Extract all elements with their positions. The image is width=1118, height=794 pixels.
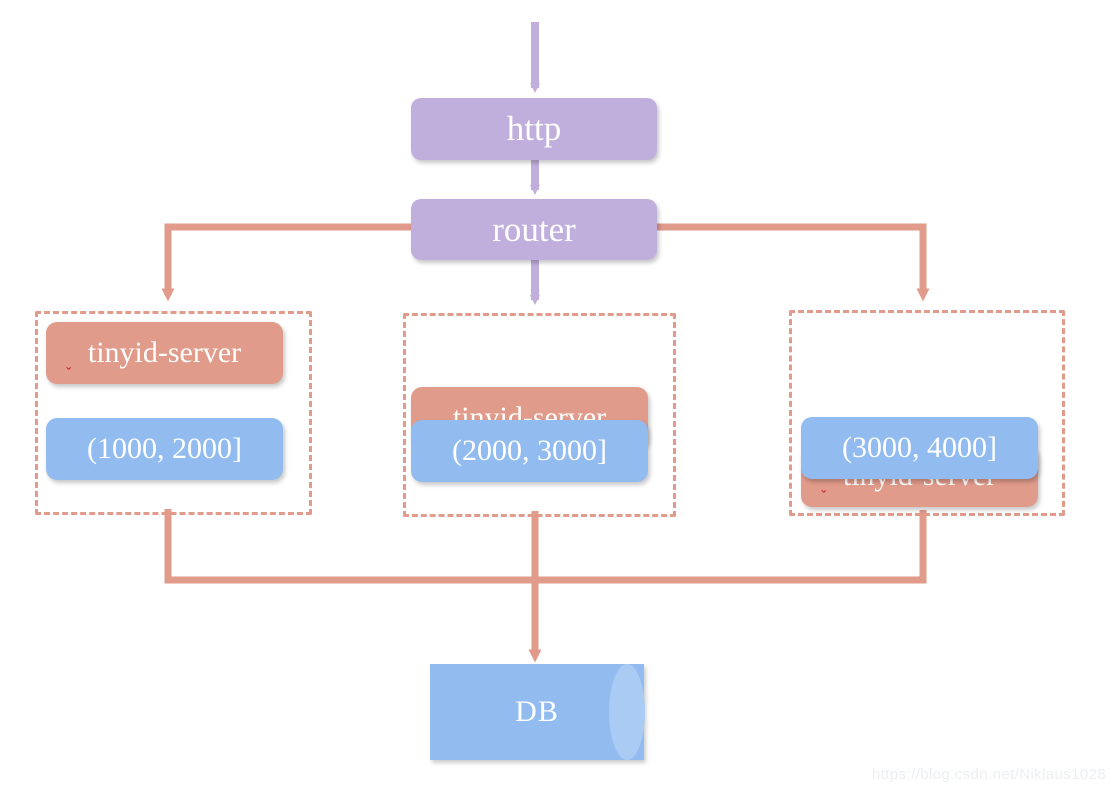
tinyid-server-label-1: tinyid-server — [87, 336, 242, 369]
node-tinyid-server-1[interactable]: tinyid-server ˇ — [46, 322, 283, 384]
node-http[interactable]: http — [411, 98, 657, 160]
node-segment-range-3[interactable]: (3000, 4000] — [801, 417, 1038, 479]
watermark: https://blog.csdn.net/Niklaus1028 — [872, 766, 1107, 783]
node-database[interactable]: DB — [430, 664, 645, 760]
arrow-router-to-group-0 — [161, 223, 411, 302]
line-group-0-to-db-bus — [164, 509, 535, 584]
spellcheck-mark-icon-1: ˇ — [66, 365, 71, 380]
node-router[interactable]: router — [411, 199, 657, 260]
arrow-router-to-group-2 — [657, 223, 930, 302]
node-segment-range-2[interactable]: (2000, 3000] — [411, 420, 648, 482]
spellcheck-mark-icon-3: ˇ — [821, 488, 826, 503]
database-label: DB — [515, 695, 559, 728]
node-segment-range-1[interactable]: (1000, 2000] — [46, 418, 283, 480]
line-group-2-to-db-bus — [535, 510, 927, 584]
diagram-canvas: http router tinyid-server ˇ (1000, 2000]… — [0, 0, 1118, 794]
